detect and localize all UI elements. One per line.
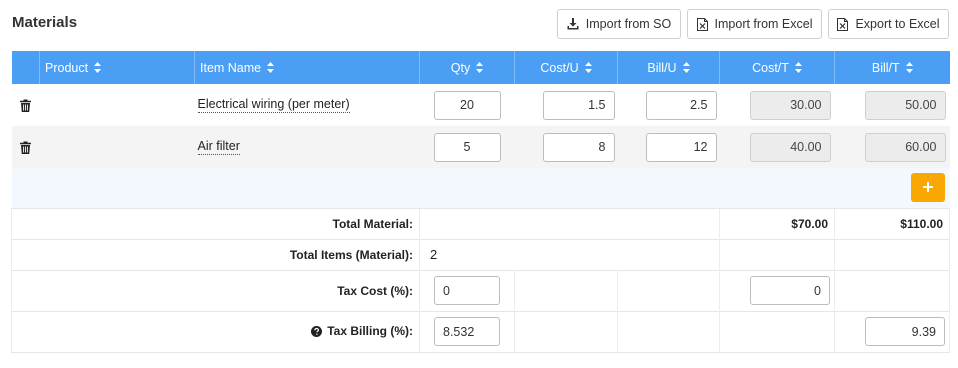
header-item-name-label: Item Name — [200, 60, 262, 75]
export-to-excel-label: Export to Excel — [855, 17, 940, 31]
trash-icon[interactable] — [12, 141, 40, 154]
header-qty[interactable]: Qty — [419, 51, 515, 84]
plus-icon — [922, 181, 933, 195]
total-bill-value: $110.00 — [834, 207, 950, 239]
header-cost-t-label: Cost/T — [752, 60, 789, 75]
sort-icon[interactable] — [267, 62, 275, 73]
download-icon — [567, 18, 579, 30]
sort-icon[interactable] — [584, 62, 592, 73]
tax-billing-percent-input[interactable]: 8.532 — [434, 317, 500, 346]
header-product[interactable]: Product — [39, 51, 195, 84]
cost-t-value: 30.00 — [749, 90, 831, 120]
header-cost-u-label: Cost/U — [540, 60, 579, 75]
header-bill-t-label: Bill/T — [871, 60, 900, 75]
total-items-label: Total Items (Material): — [11, 238, 420, 270]
total-material-label: Total Material: — [11, 207, 420, 239]
header-bill-u-label: Bill/U — [647, 60, 677, 75]
sort-icon[interactable] — [794, 62, 802, 73]
import-from-excel-button[interactable]: Import from Excel — [687, 9, 822, 39]
tax-cost-label: Tax Cost (%): — [11, 269, 420, 311]
export-to-excel-button[interactable]: Export to Excel — [828, 9, 949, 39]
item-name[interactable]: Electrical wiring (per meter) — [197, 97, 350, 113]
total-items-value: 2 — [419, 238, 720, 270]
add-item-button[interactable] — [910, 173, 945, 203]
item-name-cell: Air filter — [195, 126, 420, 168]
item-name[interactable]: Air filter — [197, 139, 240, 155]
add-row — [11, 168, 950, 208]
cost-u-input[interactable]: 1.5 — [542, 90, 615, 120]
table-row: Air filter 5 8 12 40.00 60.00 — [11, 126, 950, 168]
tax-cost-value-input[interactable]: 0 — [750, 276, 830, 305]
product-cell[interactable] — [40, 126, 195, 168]
import-from-so-button[interactable]: Import from SO — [557, 9, 681, 39]
header-item-name[interactable]: Item Name — [194, 51, 420, 84]
total-cost-value: $70.00 — [719, 207, 835, 239]
excel-file-icon — [696, 17, 708, 31]
header-cost-t[interactable]: Cost/T — [719, 51, 835, 84]
header-cost-u[interactable]: Cost/U — [514, 51, 618, 84]
product-cell[interactable] — [40, 84, 195, 126]
tax-billing-value-input[interactable]: 9.39 — [865, 317, 945, 346]
header-bill-u[interactable]: Bill/U — [617, 51, 720, 84]
sort-icon[interactable] — [94, 62, 102, 73]
sort-icon[interactable] — [905, 62, 913, 73]
bill-u-input[interactable]: 2.5 — [645, 90, 717, 120]
trash-icon[interactable] — [12, 99, 40, 112]
sort-icon[interactable] — [682, 62, 690, 73]
import-from-so-label: Import from SO — [585, 17, 672, 31]
total-items-row: Total Items (Material): 2 — [11, 238, 950, 270]
bill-u-input[interactable]: 12 — [645, 132, 717, 162]
tax-billing-label: Tax Billing (%): — [327, 323, 413, 338]
header-actions — [12, 51, 40, 84]
header-product-label: Product — [45, 60, 89, 75]
excel-file-icon — [837, 17, 849, 31]
item-name-cell: Electrical wiring (per meter) — [195, 84, 420, 126]
header-qty-label: Qty — [450, 60, 471, 75]
bill-t-value: 60.00 — [864, 132, 946, 162]
qty-input[interactable]: 20 — [433, 90, 501, 120]
cost-u-input[interactable]: 8 — [542, 132, 615, 162]
page-title: Materials — [12, 14, 78, 31]
cost-t-value: 40.00 — [749, 132, 831, 162]
header-bill-t[interactable]: Bill/T — [834, 51, 950, 84]
total-material-row: Total Material: $70.00 $110.00 — [11, 207, 950, 239]
materials-table: Product Item Name Qty Cost/U Bill/U Cost… — [11, 51, 950, 353]
table-header-row: Product Item Name Qty Cost/U Bill/U Cost… — [11, 51, 950, 84]
sort-icon[interactable] — [476, 62, 484, 73]
tax-cost-percent-input[interactable]: 0 — [434, 276, 500, 305]
bill-t-value: 50.00 — [864, 90, 946, 120]
import-from-excel-label: Import from Excel — [714, 17, 813, 31]
qty-input[interactable]: 5 — [433, 132, 501, 162]
question-circle-icon[interactable] — [311, 325, 323, 340]
tax-cost-row: Tax Cost (%): 0 0 — [11, 269, 950, 311]
table-row: Electrical wiring (per meter) 20 1.5 2.5… — [11, 84, 950, 126]
tax-billing-row: Tax Billing (%): 8.532 9.39 — [11, 310, 950, 353]
